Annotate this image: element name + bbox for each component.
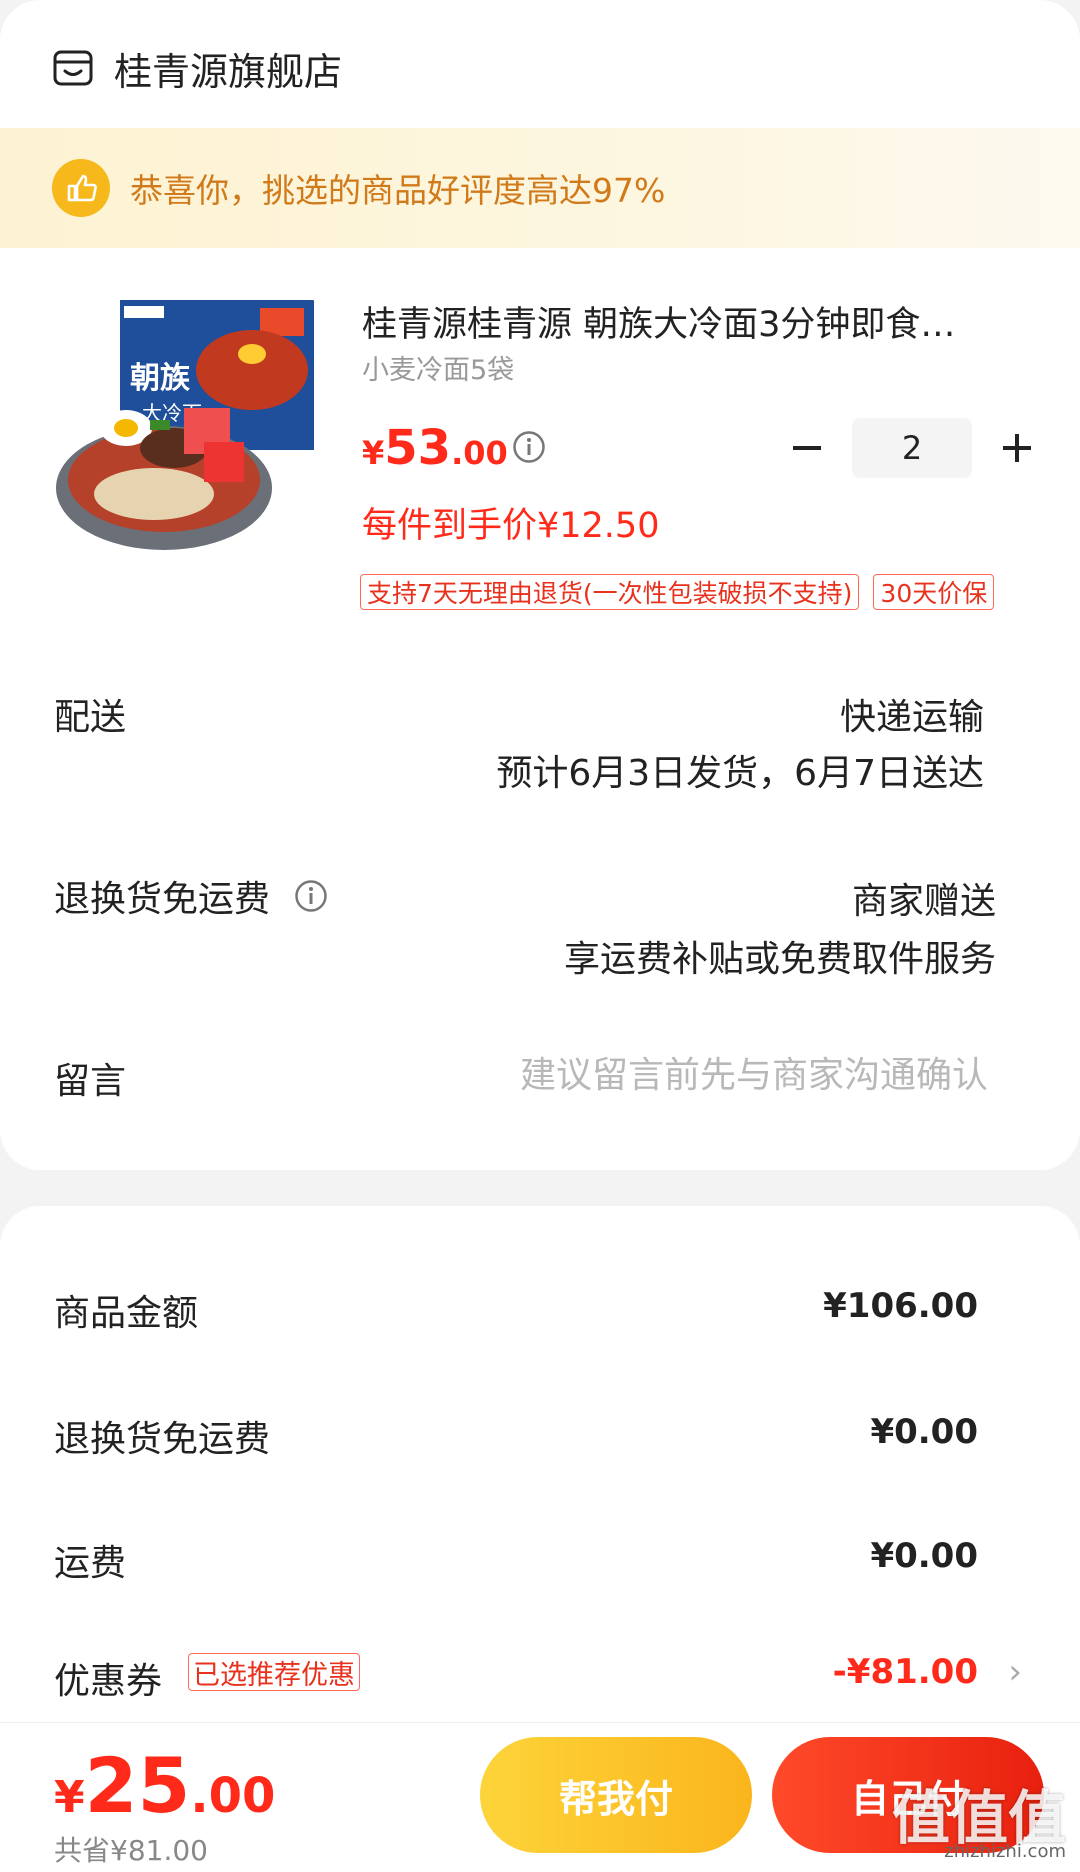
goods-amount-label: 商品金额: [54, 1293, 199, 1334]
delivery-label: 配送: [54, 697, 127, 738]
return-shipping-row: 退换货免运费: [54, 870, 328, 922]
product-price: ¥ 53 .00: [362, 420, 508, 476]
decrease-button[interactable]: [782, 423, 832, 473]
store-name: 桂青源旗舰店: [114, 49, 343, 94]
coupon-value[interactable]: -¥81.00: [833, 1652, 978, 1692]
saved-amount: 共省¥81.00: [54, 1834, 208, 1867]
price-integer: 53: [384, 420, 452, 476]
thumbs-up-icon: [52, 159, 110, 217]
watermark-url: zhizhizhi.com: [944, 1841, 1066, 1862]
plus-icon: [1003, 434, 1031, 462]
checkout-bar: ¥ 25 .00 共省¥81.00 帮我付 自己付 值值值 zhizhizhi.…: [0, 1722, 1080, 1872]
delivery-estimate: 预计6月3日发货，6月7日送达: [496, 753, 984, 794]
product-spec[interactable]: 小麦冷面5袋: [362, 348, 514, 387]
minus-icon: [793, 446, 821, 450]
product-image[interactable]: 朝族 大冷面: [54, 298, 316, 560]
coupon-label[interactable]: 优惠券: [54, 1652, 162, 1704]
chevron-right-icon[interactable]: ›: [1008, 1652, 1022, 1692]
return-shipping-desc: 享运费补贴或免费取件服务: [563, 939, 996, 980]
return-fee-label: 退换货免运费: [54, 1419, 271, 1460]
rating-text: 恭喜你，挑选的商品好评度高达97%: [130, 171, 666, 210]
price-currency: ¥: [362, 434, 385, 472]
quantity-value[interactable]: 2: [852, 418, 972, 478]
price-decimal: .00: [451, 434, 508, 472]
help-me-pay-button[interactable]: 帮我付: [480, 1737, 752, 1853]
price-info-icon[interactable]: [512, 430, 546, 464]
return-shipping-value: 商家赠送: [851, 881, 996, 922]
message-input[interactable]: [428, 1050, 988, 1100]
goods-amount-value: ¥106.00: [823, 1286, 978, 1326]
service-tags: 支持7天无理由退货(一次性包装破损不支持) 30天价保: [360, 574, 995, 610]
message-label: 留言: [54, 1061, 127, 1102]
delivery-method[interactable]: 快递运输: [840, 688, 984, 740]
store-header[interactable]: 桂青源旗舰店: [52, 40, 342, 96]
total-currency: ¥: [54, 1772, 85, 1823]
order-card: 桂青源旗舰店 恭喜你，挑选的商品好评度高达97% 朝族 大冷面 桂青源桂青源 朝…: [0, 0, 1080, 1170]
total-price: ¥ 25 .00: [54, 1741, 275, 1830]
product-title[interactable]: 桂青源桂青源 朝族大冷面3分钟即食…: [362, 296, 1022, 347]
return-info-icon[interactable]: [294, 879, 328, 913]
return-fee-value: ¥0.00: [870, 1412, 978, 1452]
rating-banner: 恭喜你，挑选的商品好评度高达97%: [0, 128, 1080, 248]
increase-button[interactable]: [992, 423, 1042, 473]
shipping-fee-value: ¥0.00: [870, 1536, 978, 1576]
total-decimal: .00: [190, 1768, 276, 1824]
return-policy-tag: 支持7天无理由退货(一次性包装破损不支持): [360, 574, 860, 610]
shipping-fee-label: 运费: [54, 1543, 127, 1584]
total-integer: 25: [84, 1741, 191, 1830]
price-protection-tag: 30天价保: [873, 574, 995, 610]
store-icon: [53, 50, 93, 86]
return-shipping-label: 退换货免运费: [54, 879, 271, 920]
svg-text:朝族: 朝族: [130, 361, 191, 396]
quantity-stepper: 2: [782, 418, 1042, 478]
coupon-badge[interactable]: 已选推荐优惠: [188, 1653, 360, 1691]
unit-price: 每件到手价¥12.50: [362, 506, 660, 546]
